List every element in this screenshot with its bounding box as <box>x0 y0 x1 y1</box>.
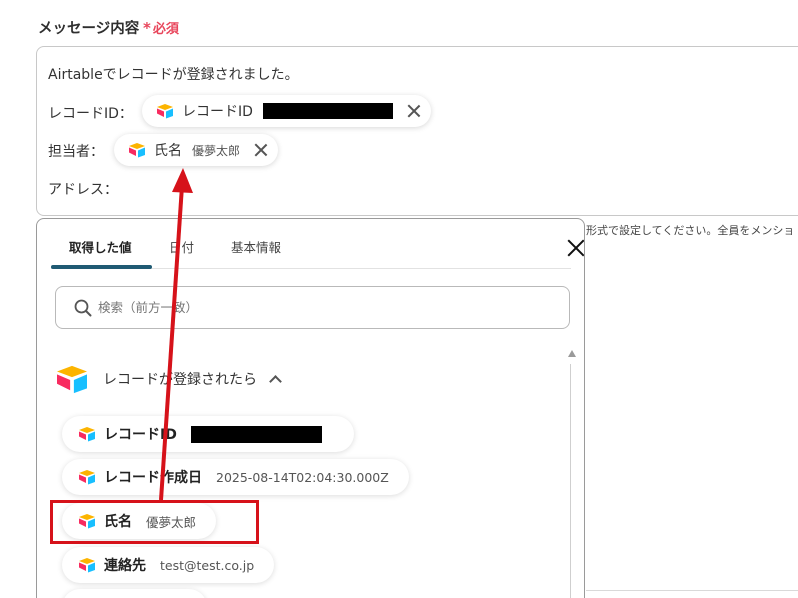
hint-text: 形式で設定してください。全員をメンショ <box>586 224 795 237</box>
item-value: test@test.co.jp <box>160 557 255 573</box>
airtable-icon <box>157 104 173 119</box>
tab-acquired-values[interactable]: 取得した値 <box>69 237 132 256</box>
list-item-record-created[interactable]: レコード作成日 2025-08-14T02:04:30.000Z <box>62 459 409 495</box>
list-item-contact[interactable]: 連絡先 test@test.co.jp <box>62 547 275 583</box>
list-item-record-id[interactable]: レコードID <box>62 416 354 452</box>
required-asterisk: * <box>143 19 151 37</box>
close-icon[interactable] <box>407 104 421 118</box>
message-content-label: メッセージ内容 <box>38 21 140 37</box>
search-icon <box>74 299 92 316</box>
item-name: レコードID <box>104 427 177 443</box>
required-badge: * 必須 <box>143 18 179 37</box>
search-box[interactable] <box>55 286 570 329</box>
section-header[interactable]: レコードが登録されたら <box>55 364 282 394</box>
search-input[interactable] <box>98 300 538 315</box>
airtable-icon <box>79 470 95 485</box>
chevron-up-icon[interactable] <box>269 375 282 388</box>
editor-line-address-label: アドレス： <box>48 182 118 198</box>
chip-value: 優夢太郎 <box>192 143 241 158</box>
tab-date[interactable]: 日付 <box>169 237 194 256</box>
item-name: 連絡先 <box>104 558 146 574</box>
item-value: 2025-08-14T02:04:30.000Z <box>216 469 389 485</box>
airtable-icon <box>79 558 95 573</box>
scrollbar[interactable] <box>570 364 571 598</box>
list-item-partial[interactable] <box>62 589 207 598</box>
airtable-icon <box>129 143 145 158</box>
close-icon[interactable] <box>567 239 584 257</box>
close-icon[interactable] <box>254 143 268 157</box>
chip-name: レコードID <box>182 104 253 120</box>
tab-basic-info[interactable]: 基本情報 <box>231 237 281 256</box>
required-text: 必須 <box>152 22 179 37</box>
highlight-box <box>50 500 259 544</box>
editor-line-person-label: 担当者： <box>48 144 104 160</box>
section-title: レコードが登録されたら <box>103 372 257 388</box>
airtable-icon <box>57 365 87 394</box>
redacted-value <box>190 425 322 443</box>
variable-chip-record-id[interactable]: レコードID <box>142 95 431 127</box>
airtable-icon <box>79 427 95 442</box>
item-name: レコード作成日 <box>104 470 202 486</box>
divider <box>586 590 798 591</box>
active-tab-indicator <box>51 265 152 269</box>
editor-line-record-id-label: レコードID： <box>48 106 133 122</box>
editor-line-1: Airtableでレコードが登録されました。 <box>48 67 299 83</box>
redacted-value <box>262 103 393 119</box>
variable-chip-name[interactable]: 氏名 優夢太郎 <box>114 134 279 166</box>
chip-name: 氏名 <box>154 143 182 159</box>
tab-bar: 取得した値 日付 基本情報 <box>51 219 571 269</box>
scroll-up-arrow[interactable] <box>568 350 576 357</box>
